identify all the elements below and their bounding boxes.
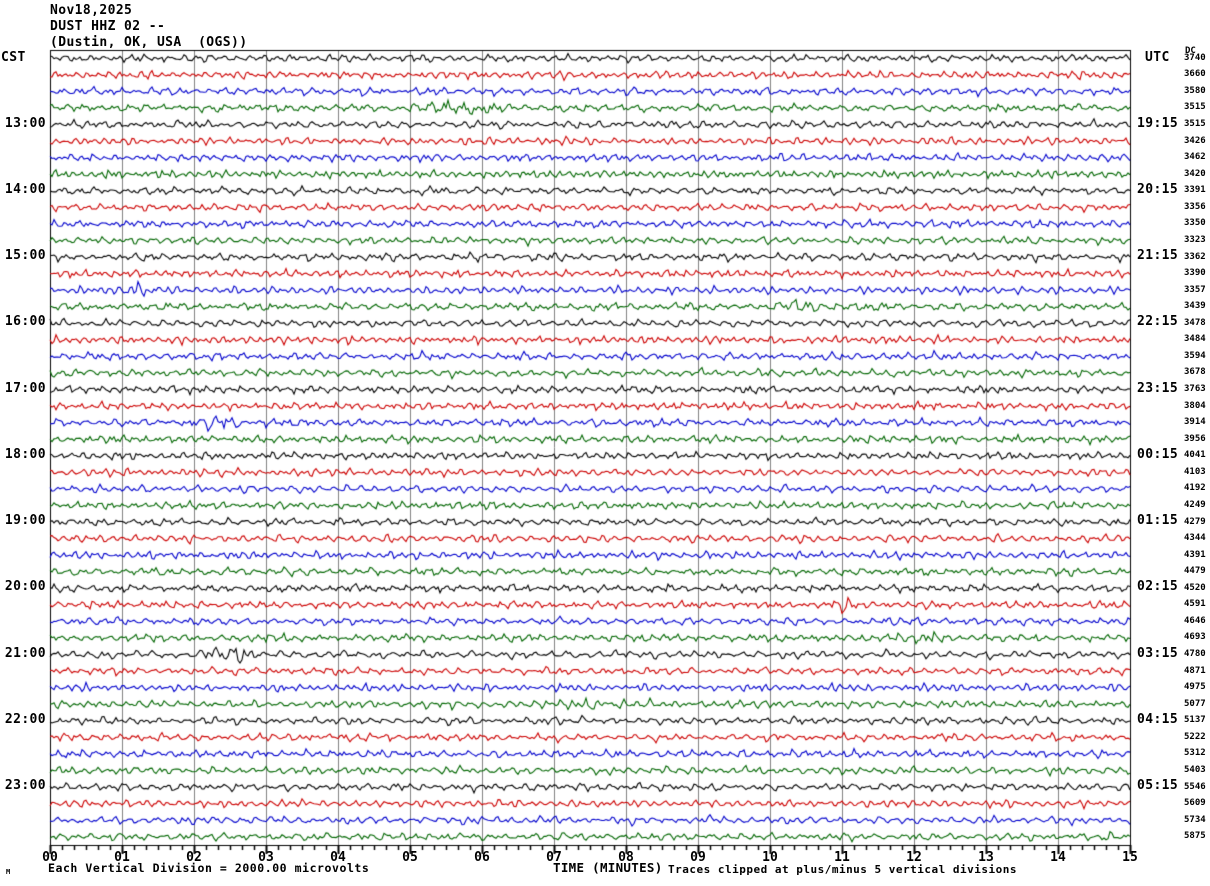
dc-value: 3956 (1184, 433, 1206, 444)
cst-tick-label: 18:00 (4, 446, 46, 462)
left-axis-title: CST (1, 50, 26, 65)
x-tick-label: 14 (1050, 850, 1066, 865)
dc-value: 3426 (1184, 135, 1206, 146)
webicorder-page: { "header": { "date": "Nov18,2025", "sta… (0, 0, 1210, 886)
location-label: (Dustin, OK, USA (OGS)) (50, 35, 248, 50)
dc-value: 4103 (1184, 466, 1206, 477)
cst-tick-label: 13:00 (4, 115, 46, 131)
dc-value: 5403 (1184, 764, 1206, 775)
dc-value: 3357 (1184, 284, 1206, 295)
utc-tick-label: 23:15 (1137, 380, 1179, 396)
utc-tick-label: 22:15 (1137, 314, 1179, 330)
dc-value: 3515 (1184, 102, 1206, 113)
x-tick-label: 10 (762, 850, 778, 865)
utc-tick-label: 00:15 (1137, 446, 1179, 462)
cst-tick-label: 14:00 (4, 181, 46, 197)
dc-value: 3323 (1184, 234, 1206, 245)
dc-value: 3804 (1184, 400, 1206, 411)
dc-value: 3390 (1184, 268, 1206, 279)
cst-tick-label: 23:00 (4, 778, 46, 794)
dc-value: 4591 (1184, 599, 1206, 610)
dc-value: 3740 (1184, 52, 1206, 63)
x-tick-label: 04 (330, 850, 346, 865)
dc-value: 4344 (1184, 533, 1206, 544)
station-label: DUST HHZ 02 -- (50, 19, 166, 34)
dc-value: 4192 (1184, 483, 1206, 494)
utc-tick-label: 01:15 (1137, 513, 1179, 529)
x-tick-label: 13 (978, 850, 994, 865)
scale-note: Each Vertical Division = 2000.00 microvo… (48, 861, 370, 875)
cst-tick-label: 20:00 (4, 579, 46, 595)
cst-tick-label: 19:00 (4, 513, 46, 529)
cst-tick-label: 22:00 (4, 711, 46, 727)
x-tick-label: 02 (186, 850, 202, 865)
dc-value: 3580 (1184, 85, 1206, 96)
dc-value: 5312 (1184, 748, 1206, 759)
dc-value: 4520 (1184, 582, 1206, 593)
clip-note: Traces clipped at plus/minus 5 vertical … (668, 863, 1018, 876)
dc-value: 4871 (1184, 665, 1206, 676)
dc-value: 4249 (1184, 499, 1206, 510)
dc-value: 4391 (1184, 549, 1206, 560)
right-axis-title: UTC (1145, 50, 1170, 65)
dc-value: 5734 (1184, 814, 1206, 825)
dc-value: 3678 (1184, 367, 1206, 378)
dc-value: 3362 (1184, 251, 1206, 262)
utc-tick-label: 03:15 (1137, 645, 1179, 661)
dc-value: 5222 (1184, 731, 1206, 742)
x-tick-label: 12 (906, 850, 922, 865)
dc-value: 4693 (1184, 632, 1206, 643)
x-tick-label: 08 (618, 850, 634, 865)
date-label: Nov18,2025 (50, 3, 133, 18)
x-tick-label: 15 (1122, 850, 1138, 865)
dc-value: 3594 (1184, 350, 1206, 361)
cst-tick-label: 15:00 (4, 248, 46, 264)
dc-value: 3914 (1184, 417, 1206, 428)
utc-tick-label: 04:15 (1137, 711, 1179, 727)
dc-value: 4041 (1184, 450, 1206, 461)
utc-tick-label: 05:15 (1137, 778, 1179, 794)
dc-value: 4975 (1184, 682, 1206, 693)
x-tick-label: 03 (258, 850, 274, 865)
dc-value: 4479 (1184, 566, 1206, 577)
dc-value: 5137 (1184, 715, 1206, 726)
x-tick-label: 01 (114, 850, 130, 865)
dc-value: 5875 (1184, 831, 1206, 842)
utc-tick-label: 02:15 (1137, 579, 1179, 595)
dc-value: 3763 (1184, 384, 1206, 395)
utc-tick-label: 20:15 (1137, 181, 1179, 197)
dc-value: 4780 (1184, 649, 1206, 660)
dc-value: 5077 (1184, 698, 1206, 709)
cst-tick-label: 17:00 (4, 380, 46, 396)
dc-value: 5546 (1184, 781, 1206, 792)
dc-value: 3356 (1184, 201, 1206, 212)
dc-value: 3462 (1184, 152, 1206, 163)
seismogram-canvas (0, 0, 1210, 886)
x-tick-label: 11 (834, 850, 850, 865)
dc-value: 3660 (1184, 69, 1206, 80)
x-tick-label: 00 (42, 850, 58, 865)
dc-value: 3439 (1184, 301, 1206, 312)
dc-value: 3391 (1184, 185, 1206, 196)
dc-value: 4646 (1184, 615, 1206, 626)
cst-tick-label: 21:00 (4, 645, 46, 661)
utc-tick-label: 19:15 (1137, 115, 1179, 131)
dc-value: 5609 (1184, 798, 1206, 809)
dc-value: 3420 (1184, 168, 1206, 179)
cst-tick-label: 16:00 (4, 314, 46, 330)
x-tick-label: 06 (474, 850, 490, 865)
dc-value: 3515 (1184, 119, 1206, 130)
dc-value: 3350 (1184, 218, 1206, 229)
utc-tick-label: 21:15 (1137, 248, 1179, 264)
x-tick-label: 05 (402, 850, 418, 865)
dc-value: 3478 (1184, 317, 1206, 328)
x-tick-label: 07 (546, 850, 562, 865)
dc-value: 4279 (1184, 516, 1206, 527)
x-tick-label: 09 (690, 850, 706, 865)
corner-glyph: M (6, 868, 11, 876)
dc-value: 3484 (1184, 334, 1206, 345)
